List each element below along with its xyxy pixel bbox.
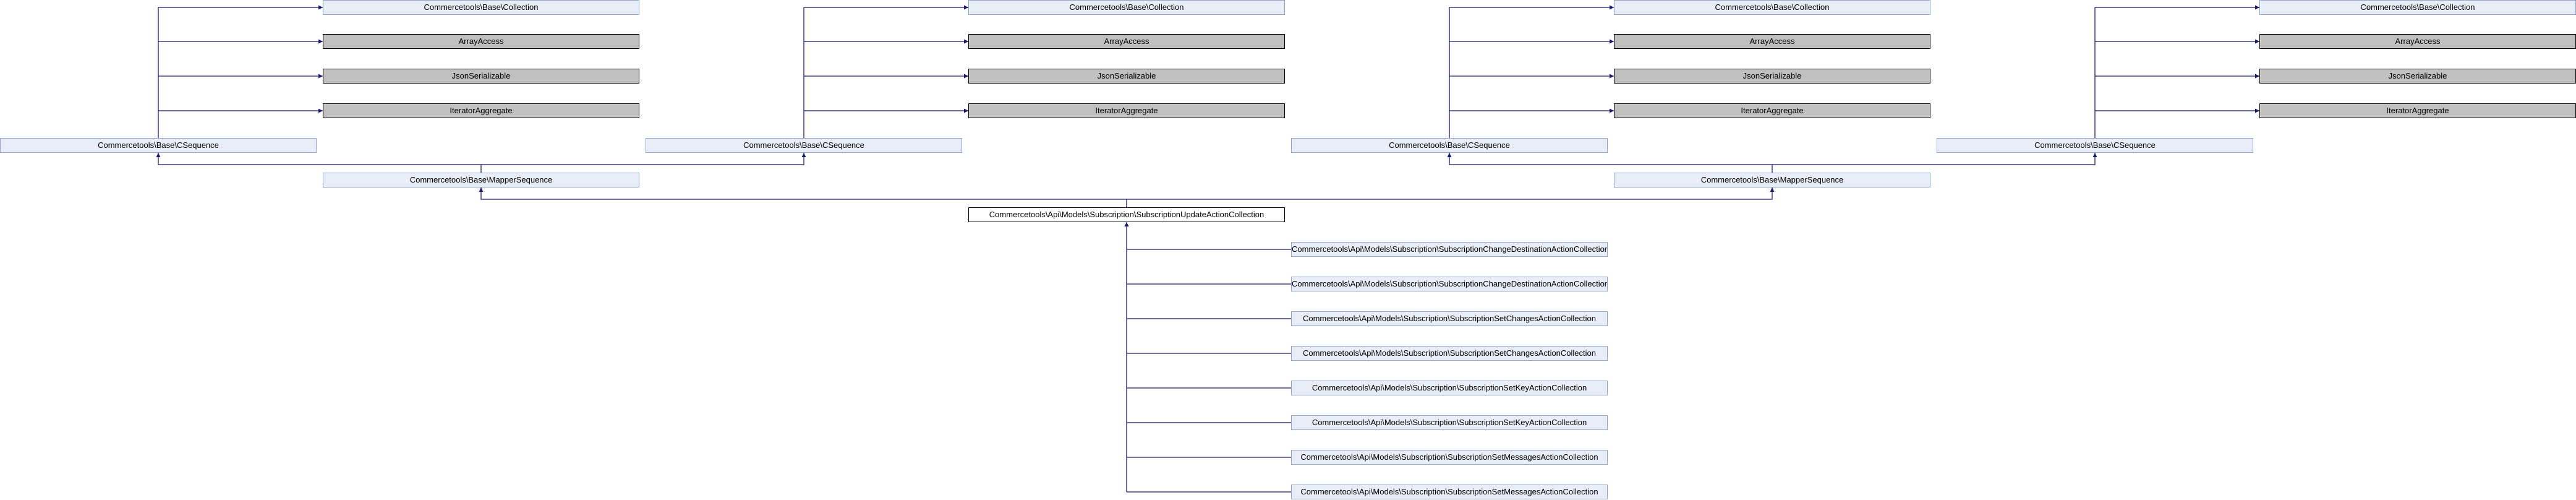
arrowhead (318, 108, 323, 113)
arrowhead (2255, 39, 2259, 44)
main-class-node[interactable]: Commercetools\Api\Models\Subscription\Su… (968, 207, 1285, 222)
csequence-node[interactable]: Commercetools\Base\CSequence (1291, 138, 1608, 153)
arrowhead (2092, 153, 2097, 157)
iterator-aggregate-node[interactable]: IteratorAggregate (2259, 103, 2576, 118)
iterator-aggregate-node[interactable]: IteratorAggregate (968, 103, 1285, 118)
arrowhead (318, 39, 323, 44)
json-serializable-node[interactable]: JsonSerializable (1614, 69, 1930, 84)
child-class-node[interactable]: Commercetools\Api\Models\Subscription\Su… (1291, 381, 1608, 395)
arrowhead (1610, 74, 1614, 79)
arrowhead (479, 188, 484, 192)
arrowhead (1124, 222, 1129, 226)
arrowhead (2255, 5, 2259, 10)
arrowhead (1610, 5, 1614, 10)
child-class-node[interactable]: Commercetools\Api\Models\Subscription\Su… (1291, 450, 1608, 465)
array-access-node[interactable]: ArrayAccess (968, 34, 1285, 49)
json-serializable-node[interactable]: JsonSerializable (968, 69, 1285, 84)
mapper-to-csequence-edge (1772, 153, 2096, 165)
json-serializable-node[interactable]: JsonSerializable (323, 69, 639, 84)
iterator-aggregate-node[interactable]: IteratorAggregate (323, 103, 639, 118)
arrowhead (1610, 108, 1614, 113)
array-access-node[interactable]: ArrayAccess (2259, 34, 2576, 49)
json-serializable-node[interactable]: JsonSerializable (2259, 69, 2576, 84)
arrowhead (964, 5, 968, 10)
child-class-node[interactable]: Commercetools\Api\Models\Subscription\Su… (1291, 242, 1608, 257)
child-class-node[interactable]: Commercetools\Api\Models\Subscription\Su… (1291, 485, 1608, 499)
child-class-node[interactable]: Commercetools\Api\Models\Subscription\Su… (1291, 277, 1608, 291)
iterator-aggregate-node[interactable]: IteratorAggregate (1614, 103, 1930, 118)
arrowhead (2255, 74, 2259, 79)
child-class-node[interactable]: Commercetools\Api\Models\Subscription\Su… (1291, 311, 1608, 326)
arrowhead (801, 153, 806, 157)
mapper-to-csequence-edge (481, 153, 804, 165)
arrowhead (1770, 188, 1775, 192)
arrowhead (964, 108, 968, 113)
arrowhead (1610, 39, 1614, 44)
collection-node[interactable]: Commercetools\Base\Collection (968, 0, 1285, 15)
main-to-mapper-edge (1127, 188, 1773, 200)
arrowhead (1447, 153, 1452, 157)
collection-node[interactable]: Commercetools\Base\Collection (2259, 0, 2576, 15)
arrowhead (964, 39, 968, 44)
arrowhead (318, 74, 323, 79)
array-access-node[interactable]: ArrayAccess (1614, 34, 1930, 49)
collection-node[interactable]: Commercetools\Base\Collection (1614, 0, 1930, 15)
csequence-node[interactable]: Commercetools\Base\CSequence (646, 138, 962, 153)
csequence-node[interactable]: Commercetools\Base\CSequence (1937, 138, 2253, 153)
main-to-mapper-edge (480, 188, 1127, 207)
arrowhead (156, 153, 161, 157)
arrowhead (2255, 108, 2259, 113)
child-class-node[interactable]: Commercetools\Api\Models\Subscription\Su… (1291, 346, 1608, 361)
csequence-node[interactable]: Commercetools\Base\CSequence (0, 138, 317, 153)
mapper-to-csequence-edge (1449, 153, 1773, 173)
child-class-node[interactable]: Commercetools\Api\Models\Subscription\Su… (1291, 415, 1608, 430)
arrowhead (964, 74, 968, 79)
mapper-sequence-node[interactable]: Commercetools\Base\MapperSequence (323, 173, 639, 188)
collection-node[interactable]: Commercetools\Base\Collection (323, 0, 639, 15)
arrowhead (318, 5, 323, 10)
mapper-sequence-node[interactable]: Commercetools\Base\MapperSequence (1614, 173, 1930, 188)
mapper-to-csequence-edge (158, 153, 482, 173)
array-access-node[interactable]: ArrayAccess (323, 34, 639, 49)
